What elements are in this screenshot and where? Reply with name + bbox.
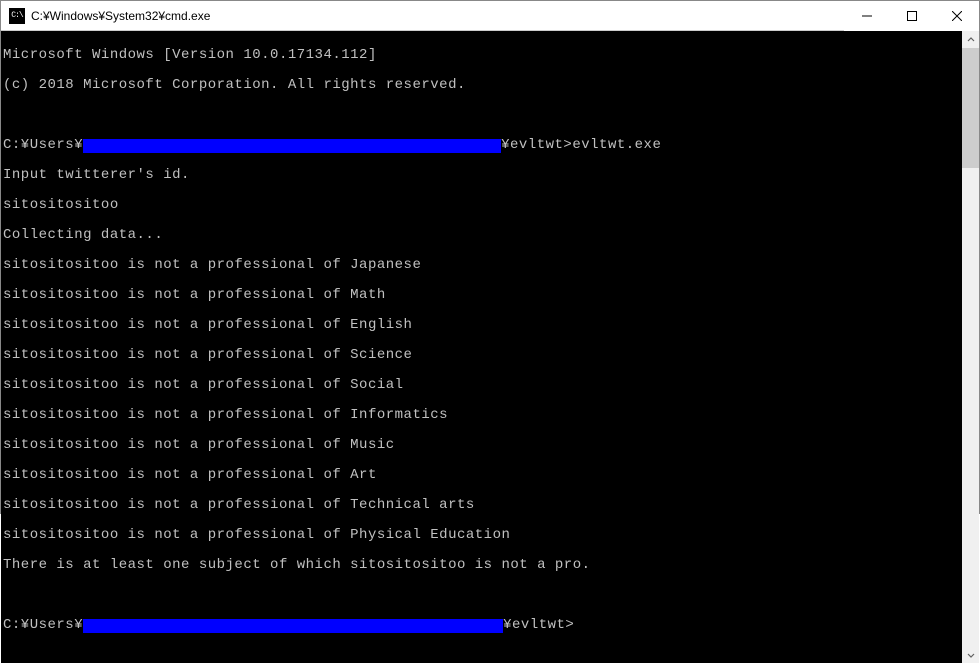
summary-line: There is at least one subject of which s…: [3, 558, 962, 573]
version-line: Microsoft Windows [Version 10.0.17134.11…: [3, 48, 962, 63]
vertical-scrollbar[interactable]: [962, 31, 979, 663]
prompt1-prefix: C:¥Users¥: [3, 137, 83, 153]
result-line: sitositositoo is not a professional of J…: [3, 258, 962, 273]
close-icon: [952, 11, 962, 21]
result-line: sitositositoo is not a professional of I…: [3, 408, 962, 423]
cmd-window: C:\ C:¥Windows¥System32¥cmd.exe Microsof…: [0, 0, 980, 514]
prompt2-suffix: ¥evltwt>: [503, 617, 574, 633]
prompt1-suffix: ¥evltwt>evltwt.exe: [501, 137, 661, 153]
blank-line: [3, 108, 962, 123]
input-prompt-line: Input twitterer's id.: [3, 168, 962, 183]
redacted-path-2: [83, 619, 503, 633]
user-input-line: sitositositoo: [3, 198, 962, 213]
close-button[interactable]: [934, 1, 979, 31]
terminal-area: Microsoft Windows [Version 10.0.17134.11…: [1, 31, 979, 663]
scrollbar-thumb[interactable]: [962, 48, 979, 168]
titlebar[interactable]: C:\ C:¥Windows¥System32¥cmd.exe: [1, 1, 979, 31]
chevron-up-icon: [967, 36, 975, 44]
prompt2-prefix: C:¥Users¥: [3, 617, 83, 633]
result-line: sitositositoo is not a professional of S…: [3, 348, 962, 363]
scroll-up-button[interactable]: [962, 31, 979, 48]
prompt-line-1: C:¥Users¥ ¥evltwt>evltwt.exe: [3, 138, 962, 153]
scrollbar-track[interactable]: [962, 48, 979, 646]
redacted-path-1: [83, 139, 501, 153]
result-line: sitositositoo is not a professional of P…: [3, 528, 962, 543]
cmd-icon: C:\: [9, 8, 25, 24]
result-line: sitositositoo is not a professional of A…: [3, 468, 962, 483]
blank-line: [3, 588, 962, 603]
maximize-icon: [907, 11, 917, 21]
minimize-icon: [862, 11, 872, 21]
minimize-button[interactable]: [844, 1, 889, 31]
maximize-button[interactable]: [889, 1, 934, 31]
scroll-down-button[interactable]: [962, 646, 979, 663]
result-line: sitositositoo is not a professional of T…: [3, 498, 962, 513]
result-line: sitositositoo is not a professional of E…: [3, 318, 962, 333]
copyright-line: (c) 2018 Microsoft Corporation. All righ…: [3, 78, 962, 93]
chevron-down-icon: [967, 651, 975, 659]
terminal-output[interactable]: Microsoft Windows [Version 10.0.17134.11…: [1, 31, 962, 663]
prompt-line-2: C:¥Users¥ ¥evltwt>: [3, 618, 962, 633]
result-line: sitositositoo is not a professional of M…: [3, 438, 962, 453]
result-line: sitositositoo is not a professional of S…: [3, 378, 962, 393]
collecting-line: Collecting data...: [3, 228, 962, 243]
result-line: sitositositoo is not a professional of M…: [3, 288, 962, 303]
window-title: C:¥Windows¥System32¥cmd.exe: [31, 9, 210, 23]
